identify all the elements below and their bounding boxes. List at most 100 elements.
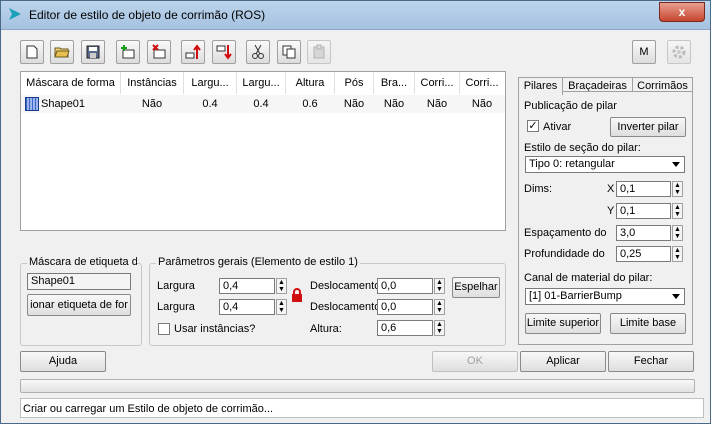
table-cell: 0.6 bbox=[302, 98, 318, 110]
dims-x-label: X bbox=[607, 183, 615, 195]
base-limit-button[interactable]: Limite base bbox=[610, 313, 686, 334]
delete-element-button[interactable] bbox=[147, 40, 171, 64]
paste-icon bbox=[313, 44, 325, 59]
depth-label: Profundidade do bbox=[524, 248, 605, 260]
select-tag-shape-button[interactable]: ionar etiqueta de for bbox=[27, 294, 131, 316]
move-down-icon bbox=[216, 45, 232, 60]
shape-grid-icon bbox=[25, 97, 39, 111]
material-select[interactable]: [1] 01-BarrierBump bbox=[525, 288, 685, 305]
dims-label: Dims: bbox=[524, 183, 553, 195]
title-bar[interactable]: Editor de estilo de objeto de corrimão (… bbox=[1, 1, 710, 30]
active-checkbox[interactable]: ✓ bbox=[527, 120, 539, 132]
invert-pillar-button[interactable]: Inverter pilar bbox=[610, 117, 686, 137]
save-icon bbox=[86, 45, 100, 59]
table-cell: Não bbox=[383, 98, 405, 110]
width1-spinner[interactable]: ▲ ▼ bbox=[276, 278, 287, 294]
height-spinner[interactable]: ▲ ▼ bbox=[434, 320, 445, 336]
delete-element-icon bbox=[152, 44, 166, 59]
depth-input[interactable]: 0,25 bbox=[616, 246, 671, 262]
help-button[interactable]: Ajuda bbox=[20, 351, 106, 372]
settings-button[interactable] bbox=[667, 40, 691, 64]
pillars-panel: Publicação de pilar ✓ Ativar Inverter pi… bbox=[518, 91, 693, 345]
move-up-button[interactable] bbox=[181, 40, 205, 64]
tab-pillars[interactable]: Pilares bbox=[518, 77, 563, 95]
width1-input[interactable]: 0,4 bbox=[219, 278, 275, 294]
style-elements-grid[interactable]: Máscara de forma Instâncias Largu... Lar… bbox=[20, 71, 506, 231]
gear-icon bbox=[672, 45, 686, 59]
chevron-down-icon bbox=[672, 162, 680, 167]
paste-button[interactable] bbox=[307, 40, 331, 64]
open-folder-icon bbox=[54, 47, 70, 58]
tag-mask-value: Shape01 bbox=[27, 273, 131, 290]
column-header[interactable]: Altura bbox=[286, 72, 335, 94]
width2-input[interactable]: 0,4 bbox=[219, 299, 275, 315]
window-title: Editor de estilo de objeto de corrimão (… bbox=[29, 8, 266, 22]
use-instances-checkbox[interactable] bbox=[158, 323, 170, 335]
offset2-spinner[interactable]: ▲ ▼ bbox=[434, 299, 445, 315]
width2-spinner[interactable]: ▲ ▼ bbox=[276, 299, 287, 315]
column-header[interactable]: Largu... bbox=[184, 72, 237, 94]
spacing-input[interactable]: 3,0 bbox=[616, 225, 671, 241]
width1-label: Largura bbox=[157, 280, 195, 292]
new-file-icon bbox=[26, 45, 38, 59]
column-header[interactable]: Corri... bbox=[460, 72, 504, 94]
pillar-publish-label: Publicação de pilar bbox=[524, 100, 617, 112]
move-down-button[interactable] bbox=[212, 40, 236, 64]
height-input[interactable]: 0,6 bbox=[377, 320, 433, 336]
apply-button[interactable]: Aplicar bbox=[520, 351, 606, 372]
tag-mask-title: Máscara de etiqueta d bbox=[27, 256, 137, 268]
table-cell: 0.4 bbox=[202, 98, 218, 110]
app-icon bbox=[9, 8, 21, 20]
dims-y-input[interactable]: 0,1 bbox=[616, 203, 671, 219]
lock-icon[interactable] bbox=[291, 288, 303, 303]
column-header[interactable]: Bra... bbox=[374, 72, 415, 94]
upper-limit-button[interactable]: Limite superior bbox=[525, 313, 601, 334]
section-style-label: Estilo de seção do pilar: bbox=[524, 142, 641, 154]
dims-y-spinner[interactable]: ▲ ▼ bbox=[672, 203, 683, 219]
height-label: Altura: bbox=[310, 323, 342, 335]
column-header[interactable]: Máscara de forma bbox=[21, 72, 121, 94]
open-style-button[interactable] bbox=[50, 40, 74, 64]
material-label: Canal de material do pilar: bbox=[524, 272, 653, 284]
section-style-value: Tipo 0: retangular bbox=[529, 158, 615, 170]
column-header[interactable]: Corri... bbox=[415, 72, 460, 94]
copy-button[interactable] bbox=[277, 40, 301, 64]
dims-y-label: Y bbox=[607, 205, 615, 217]
add-element-icon bbox=[121, 45, 135, 59]
copy-icon bbox=[282, 45, 296, 59]
table-cell: Não bbox=[426, 98, 448, 110]
offset2-label: Deslocamento bbox=[310, 301, 377, 313]
move-up-icon bbox=[185, 44, 201, 59]
table-cell: Não bbox=[471, 98, 493, 110]
column-header[interactable]: Largu... bbox=[237, 72, 286, 94]
material-button[interactable]: M bbox=[632, 40, 656, 64]
column-header[interactable]: Pós bbox=[335, 72, 374, 94]
general-params-title: Parâmetros gerais (Elemento de estilo 1) bbox=[156, 256, 360, 268]
depth-spinner[interactable]: ▲ ▼ bbox=[672, 246, 683, 262]
offset1-label: Deslocamento bbox=[310, 280, 377, 292]
spacing-spinner[interactable]: ▲ ▼ bbox=[672, 225, 683, 241]
add-element-button[interactable] bbox=[116, 40, 140, 64]
spacing-label: Espaçamento do bbox=[524, 227, 607, 239]
width2-label: Largura bbox=[157, 301, 195, 313]
status-bar: Criar ou carregar um Estilo de objeto de… bbox=[20, 398, 704, 418]
offset1-spinner[interactable]: ▲ ▼ bbox=[434, 278, 445, 294]
section-style-select[interactable]: Tipo 0: retangular bbox=[525, 156, 685, 173]
save-style-button[interactable] bbox=[81, 40, 105, 64]
ok-button[interactable]: OK bbox=[432, 351, 518, 372]
table-cell: Shape01 bbox=[41, 98, 86, 110]
offset1-input[interactable]: 0,0 bbox=[377, 278, 433, 294]
offset2-input[interactable]: 0,0 bbox=[377, 299, 433, 315]
general-params-group: Parâmetros gerais (Elemento de estilo 1)… bbox=[149, 256, 506, 346]
dims-x-spinner[interactable]: ▲ ▼ bbox=[672, 181, 683, 197]
close-window-button[interactable]: x bbox=[659, 2, 705, 22]
dims-x-input[interactable]: 0,1 bbox=[616, 181, 671, 197]
cut-button[interactable] bbox=[246, 40, 270, 64]
dialog-window: Editor de estilo de objeto de corrimão (… bbox=[0, 0, 711, 424]
mirror-button[interactable]: Espelhar bbox=[452, 277, 500, 298]
close-button[interactable]: Fechar bbox=[608, 351, 694, 372]
table-cell: 0.4 bbox=[253, 98, 269, 110]
column-header[interactable]: Instâncias bbox=[121, 72, 184, 94]
new-style-button[interactable] bbox=[20, 40, 44, 64]
active-label: Ativar bbox=[543, 121, 572, 133]
